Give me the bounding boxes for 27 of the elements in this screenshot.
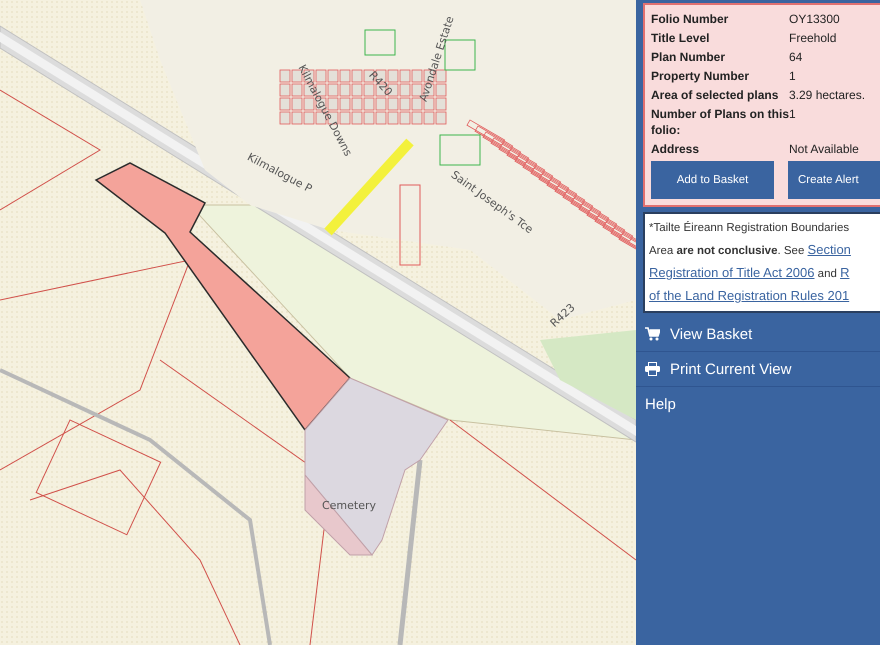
menu-item[interactable]: Print Current View: [636, 352, 880, 387]
disclaimer-text: *Tailte Éireann Registration Boundaries Area are not conclusive. See Section Registration of Title Act 2006 and R of the Land Registration Rules 201: [649, 220, 852, 305]
cart-icon: [645, 327, 660, 341]
field-label: Area of selected plans: [651, 87, 780, 103]
field-label: Folio Number: [651, 11, 730, 27]
map-label: Cemetery: [322, 499, 376, 512]
printer-icon: [645, 362, 660, 376]
regulation-link[interactable]: of the Land Registration Rules 201: [649, 288, 850, 303]
regulation-link[interactable]: Registration of Title Act 2006: [649, 265, 814, 280]
regulation-link[interactable]: R: [840, 265, 850, 280]
menu-item[interactable]: View Basket: [636, 317, 880, 352]
field-label: Number of Plans on this folio:: [651, 106, 789, 138]
field-value: Not Available: [789, 141, 860, 157]
add-to-basket-button[interactable]: Add to Basket: [651, 161, 774, 199]
field-label: Title Level: [651, 30, 710, 46]
field-value: 1: [789, 68, 797, 84]
field-value: 1: [789, 106, 797, 123]
field-label: Address: [651, 141, 700, 157]
field-label: Plan Number: [651, 49, 726, 65]
field-value: 3.29 hectares.: [789, 87, 866, 103]
field-value: OY13300: [789, 11, 841, 27]
create-alert-button[interactable]: Create Alert: [788, 161, 880, 199]
field-label: Property Number: [651, 68, 750, 84]
regulation-link[interactable]: Section: [808, 242, 851, 257]
menu-item[interactable]: Help: [636, 387, 880, 421]
field-value: Freehold: [789, 30, 838, 46]
field-value: 64: [789, 49, 804, 65]
